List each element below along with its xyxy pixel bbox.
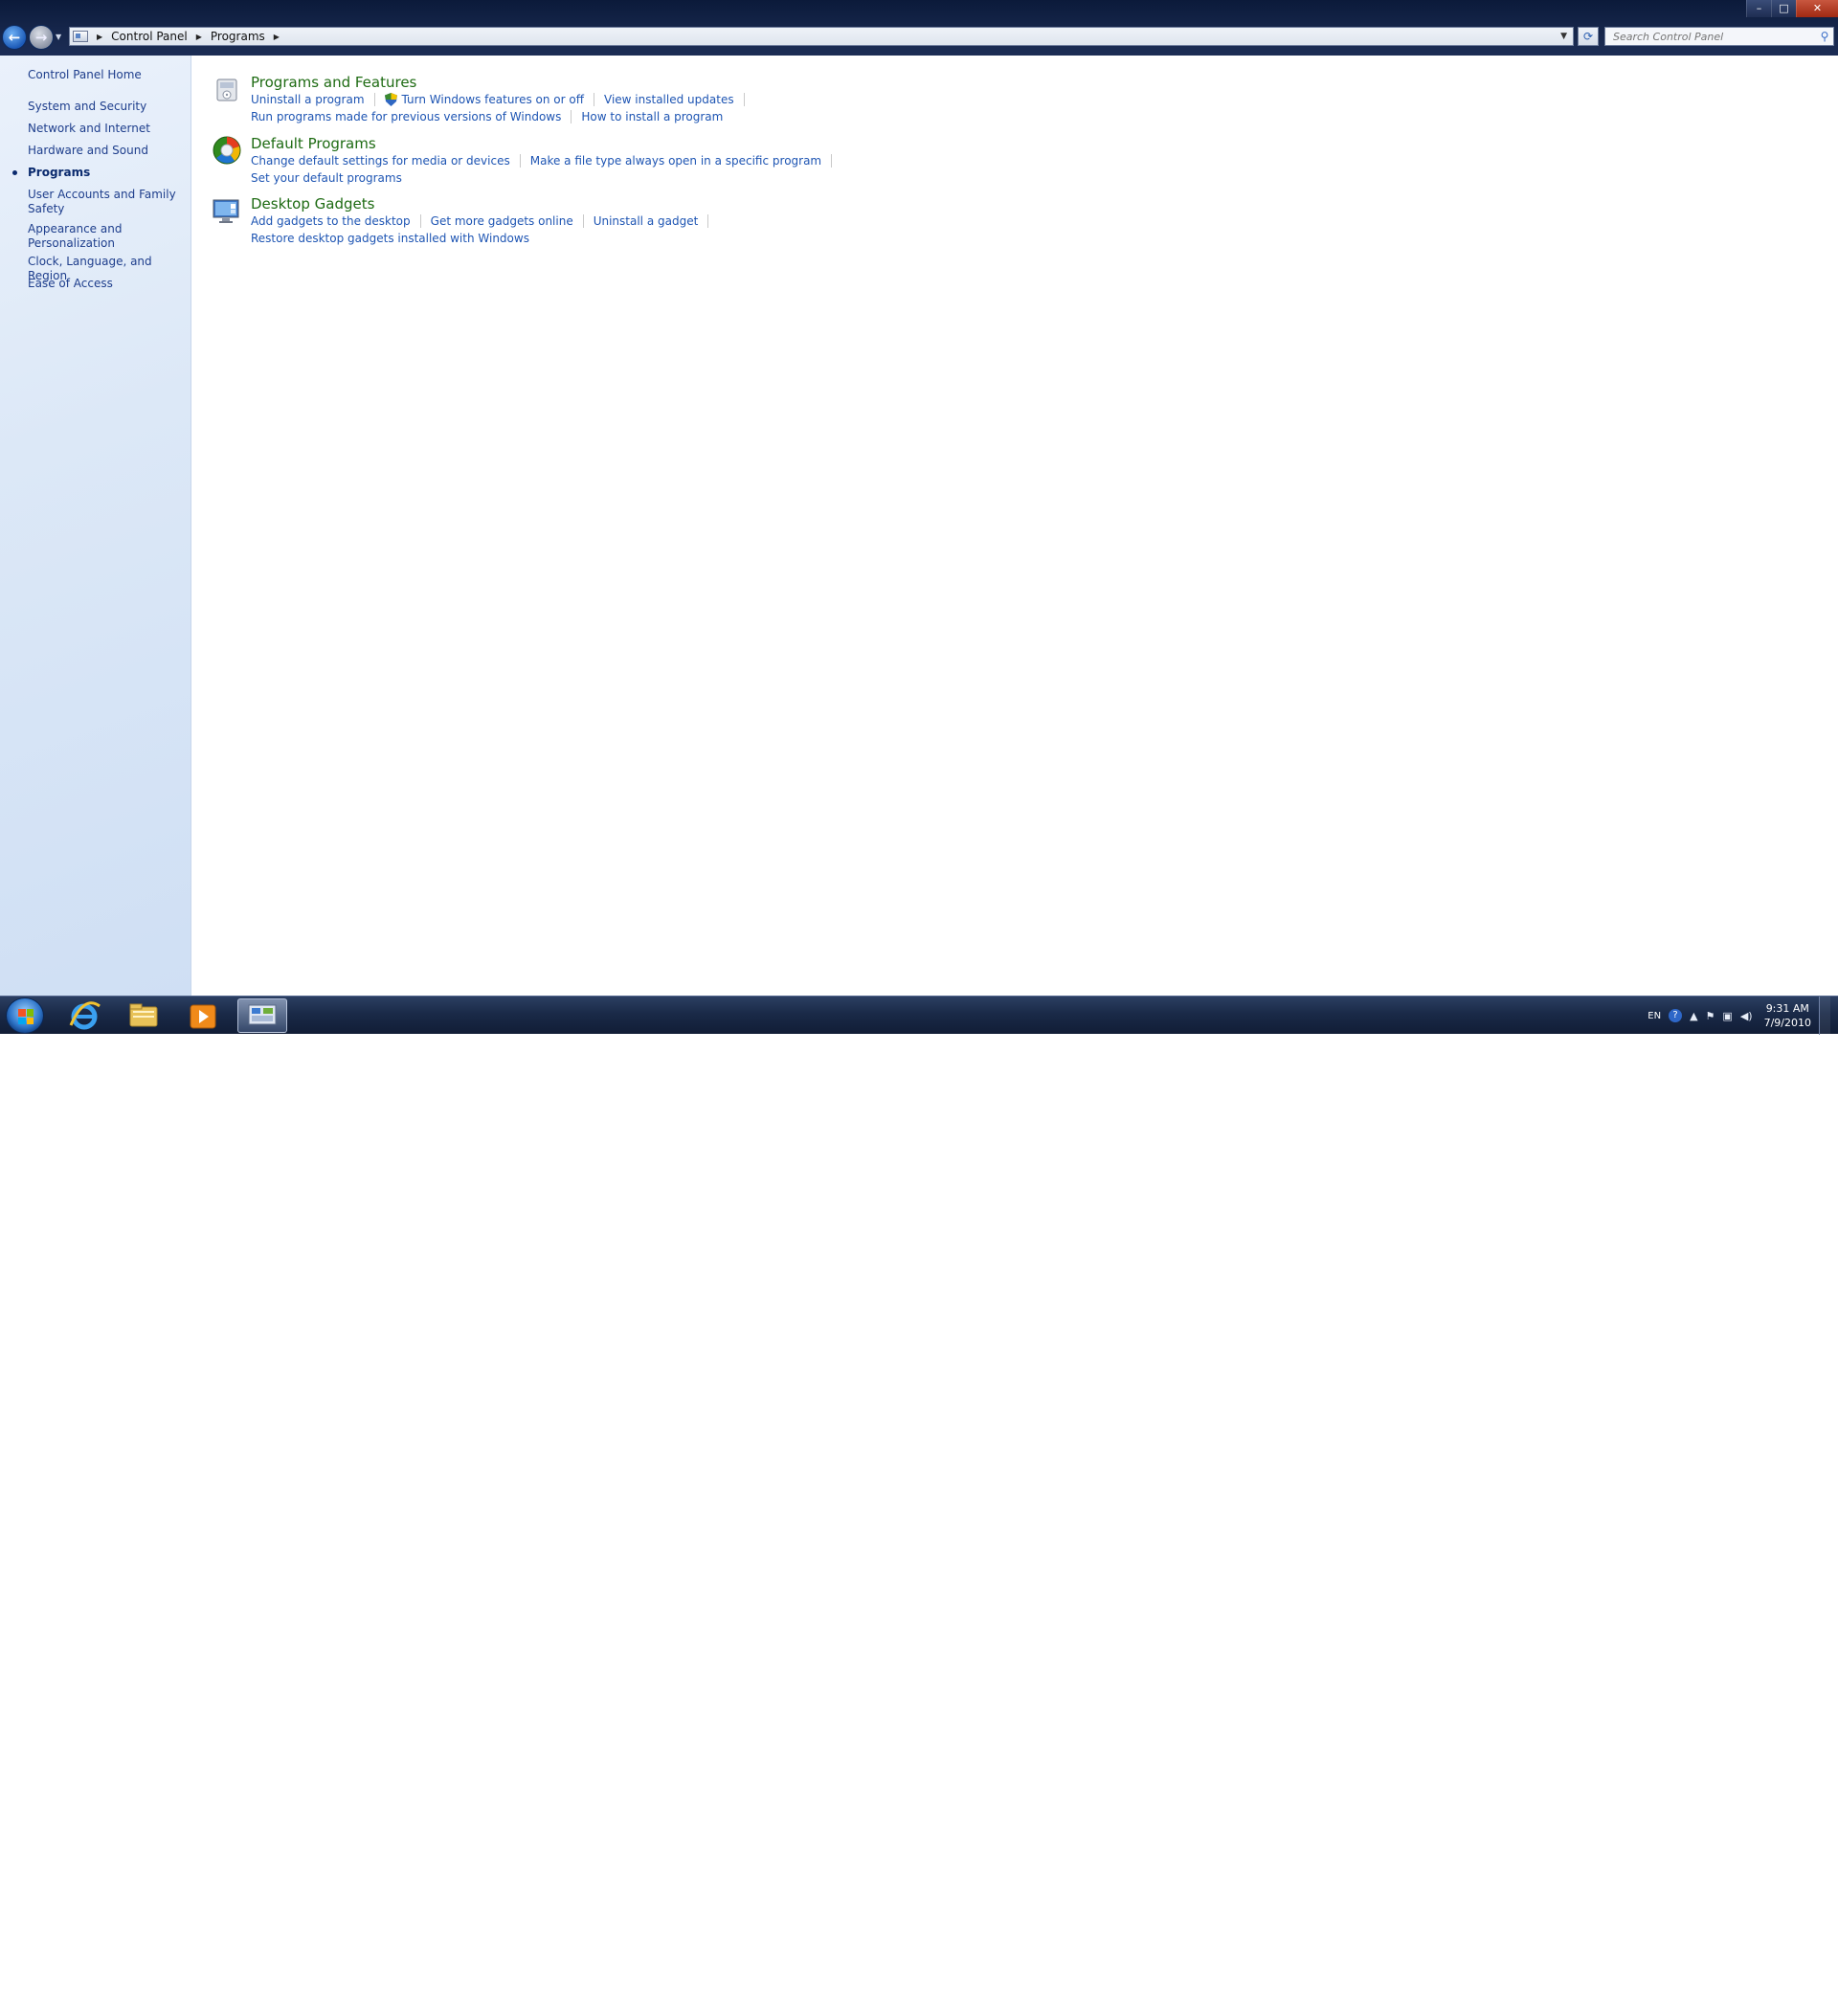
turn-windows-features-link[interactable]: Turn Windows features on or off [402,93,585,106]
task-links-row: Run programs made for previous versions … [251,110,723,123]
link-divider [707,214,709,228]
media-player-icon [190,1004,216,1029]
get-gadgets-online-link[interactable]: Get more gadgets online [431,214,573,228]
task-links-row: Set your default programs [251,171,402,185]
address-bar[interactable]: ▶ Control Panel ▶ Programs ▶ ▼ [69,27,1574,46]
clock-time: 9:31 AM [1765,1002,1809,1015]
set-default-programs-link[interactable]: Set your default programs [251,171,402,185]
show-hidden-icons-icon[interactable]: ▲ [1690,1010,1697,1022]
arrow-right-icon: → [34,29,48,46]
desktop-gadgets-icon[interactable] [212,195,242,226]
search-icon[interactable]: ⚲ [1816,30,1833,43]
clock[interactable]: 9:31 AM 7/9/2010 [1764,1001,1811,1030]
navigation-pane: Control Panel Home System and Security N… [0,56,191,996]
uninstall-gadget-link[interactable]: Uninstall a gadget [594,214,699,228]
close-button[interactable]: ✕ [1796,0,1838,17]
breadcrumb-programs[interactable]: Programs [211,30,265,43]
taskbar-media-player[interactable] [178,998,228,1033]
arrow-left-icon: ← [8,29,21,46]
restore-gadgets-link[interactable]: Restore desktop gadgets installed with W… [251,232,529,245]
nav-programs[interactable]: Programs [28,166,186,180]
nav-hardware-and-sound[interactable]: Hardware and Sound [28,144,186,158]
link-divider [743,93,745,106]
main-content: Programs and Features Uninstall a progra… [192,56,1838,996]
programs-and-features-title[interactable]: Programs and Features [251,74,416,91]
internet-explorer-icon [69,1001,101,1030]
link-divider [519,154,521,168]
watermark-text: The Collection Book [1599,1997,1760,2016]
default-programs-icon[interactable] [212,135,242,166]
refresh-button[interactable]: ⟳ [1578,27,1599,46]
title-bar: – □ ✕ ← → ▼ ▶ Control Panel ▶ Programs ▶… [0,0,1838,56]
taskbar-internet-explorer[interactable] [59,998,109,1033]
add-gadgets-link[interactable]: Add gadgets to the desktop [251,214,411,228]
taskbar-windows-explorer[interactable] [119,998,168,1033]
uac-shield-icon [384,93,397,106]
task-links-row: Restore desktop gadgets installed with W… [251,232,529,245]
start-button[interactable] [6,997,44,1034]
action-center-flag-icon[interactable]: ⚑ [1706,1010,1715,1022]
taskbar: The Collection Book EN ? ▲ ⚑ ▣ ◀) 9:31 A… [0,996,1838,2016]
view-installed-updates-link[interactable]: View installed updates [604,93,734,106]
back-button[interactable]: ← [2,25,27,50]
forward-button[interactable]: → [29,25,54,50]
how-to-install-link[interactable]: How to install a program [581,110,723,123]
nav-appearance-and-personalization[interactable]: Appearance and Personalization [28,222,186,251]
search-box[interactable]: ⚲ [1604,27,1834,46]
file-type-association-link[interactable]: Make a file type always open in a specif… [530,154,821,168]
control-panel-icon [248,1004,277,1025]
breadcrumb-control-panel[interactable]: Control Panel [111,30,188,43]
chevron-right-icon[interactable]: ▶ [196,33,202,41]
search-input[interactable] [1605,30,1816,43]
link-divider [419,214,421,228]
programs-features-icon[interactable] [212,74,242,104]
recent-pages-dropdown[interactable]: ▼ [56,33,61,41]
link-divider [571,110,572,123]
task-links-row: Uninstall a program Turn Windows feature… [251,93,754,106]
nav-control-panel-home[interactable]: Control Panel Home [28,68,186,82]
volume-icon[interactable]: ◀) [1740,1010,1753,1022]
show-desktop-button[interactable] [1819,997,1830,1035]
notification-area: EN ? ▲ ⚑ ▣ ◀) 9:31 AM 7/9/2010 [1647,997,1830,1035]
run-older-programs-link[interactable]: Run programs made for previous versions … [251,110,561,123]
desktop-gadgets-title[interactable]: Desktop Gadgets [251,195,374,213]
link-divider [582,214,584,228]
address-dropdown-icon[interactable]: ▼ [1560,32,1567,41]
window-controls: – □ ✕ [1746,0,1838,17]
nav-network-and-internet[interactable]: Network and Internet [28,122,186,136]
refresh-icon: ⟳ [1582,30,1594,43]
nav-ease-of-access[interactable]: Ease of Access [28,277,186,291]
clock-date: 7/9/2010 [1763,1017,1811,1029]
nav-user-accounts-and-family-safety[interactable]: User Accounts and Family Safety [28,188,186,216]
network-icon[interactable]: ▣ [1722,1010,1732,1022]
link-divider [373,93,375,106]
task-links-row: Change default settings for media or dev… [251,154,841,168]
control-panel-icon [73,31,88,42]
windows-explorer-icon [129,1003,158,1027]
current-page-bullet-icon [12,170,17,175]
taskbar-control-panel[interactable] [237,998,287,1033]
maximize-button[interactable]: □ [1771,0,1796,17]
link-divider [831,154,833,168]
language-indicator[interactable]: EN [1647,1011,1661,1021]
task-links-row: Add gadgets to the desktop Get more gadg… [251,214,718,228]
default-programs-title[interactable]: Default Programs [251,135,376,152]
minimize-button[interactable]: – [1746,0,1771,17]
chevron-right-icon[interactable]: ▶ [97,33,102,41]
change-media-defaults-link[interactable]: Change default settings for media or dev… [251,154,510,168]
chevron-right-icon[interactable]: ▶ [274,33,280,41]
windows-logo-icon [18,1009,34,1024]
help-icon[interactable]: ? [1669,1009,1683,1022]
nav-system-and-security[interactable]: System and Security [28,100,186,114]
uninstall-program-link[interactable]: Uninstall a program [251,93,365,106]
